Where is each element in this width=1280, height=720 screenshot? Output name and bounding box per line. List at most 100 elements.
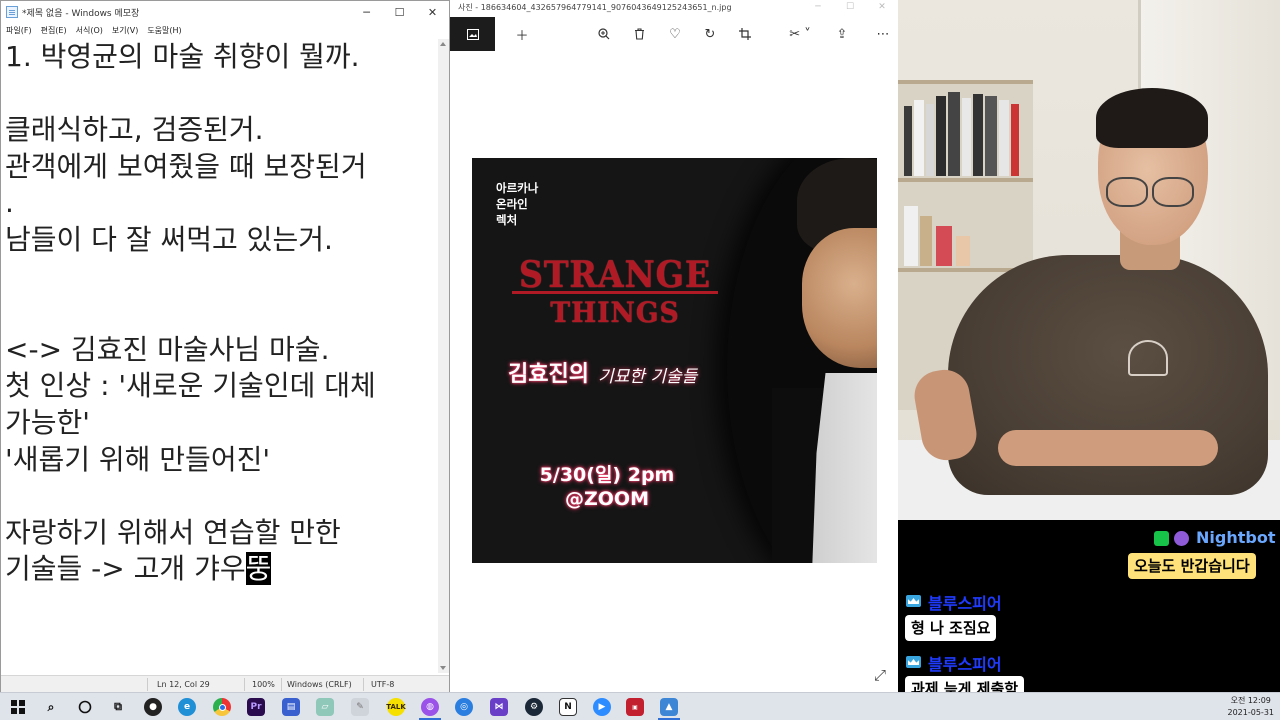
share-icon: ⇪ xyxy=(836,26,848,42)
close-button[interactable]: ✕ xyxy=(866,2,898,12)
notion-icon[interactable]: N xyxy=(559,698,577,716)
book xyxy=(936,96,946,176)
crop-button[interactable] xyxy=(730,17,760,51)
text-line: 1. 박영균의 마술 취향이 뭘까. xyxy=(5,40,360,73)
status-position: Ln 12, Col 29 xyxy=(157,680,210,689)
webcam-feed xyxy=(898,0,1280,520)
crown-icon xyxy=(906,656,921,668)
edit-icon: ✂ ˅ xyxy=(789,26,811,42)
menu-help[interactable]: 도움말(H) xyxy=(147,25,181,36)
status-divider xyxy=(281,678,282,691)
zoom-button[interactable] xyxy=(589,17,619,51)
text-line: '새롭기 위해 만들어진' xyxy=(5,442,271,476)
windows-icon[interactable] xyxy=(9,698,27,716)
text-line xyxy=(5,76,437,113)
poster-org-line: 온라인 xyxy=(496,197,528,211)
notepad-menubar: 파일(F) 편집(E) 서식(O) 보기(V) 도움말(H) xyxy=(1,23,449,37)
text-line-content: 기술들 -> 고개 갸우 xyxy=(5,552,246,586)
edge-icon[interactable]: e xyxy=(178,698,196,716)
book xyxy=(926,104,934,176)
obs-icon[interactable]: ● xyxy=(144,698,162,716)
notepad-text-area[interactable]: 1. 박영균의 마술 취향이 뭘까. 클래식하고, 검증된거. 관객에게 보여줬… xyxy=(1,39,437,673)
book xyxy=(1011,104,1019,176)
poster-date: 5/30(일) 2pm xyxy=(539,464,675,486)
menu-format[interactable]: 서식(O) xyxy=(76,25,103,36)
crown-icon xyxy=(906,595,921,607)
text-line: 첫 인상 : '새로운 기술인데 대체 xyxy=(5,369,376,403)
task-view-icon[interactable]: ⧉ xyxy=(109,698,127,716)
visual-studio-icon[interactable]: ⋈ xyxy=(490,698,508,716)
zoom-icon[interactable]: ▶ xyxy=(593,698,611,716)
video-app-icon[interactable]: ▣ xyxy=(626,698,644,716)
add-icon: ＋ xyxy=(515,28,529,44)
app-icon[interactable]: ◎ xyxy=(455,698,473,716)
search-icon[interactable]: ⌕ xyxy=(42,698,60,716)
selected-char: 뚱 xyxy=(245,552,272,586)
chat-username: 블루스피어 xyxy=(928,655,1002,674)
more-button[interactable]: ⋯ xyxy=(868,17,898,51)
menu-edit[interactable]: 편집(E) xyxy=(41,25,67,36)
cortana-icon[interactable] xyxy=(76,698,94,716)
expand-icon[interactable]: ⤢ xyxy=(874,666,886,684)
scroll-up-icon[interactable] xyxy=(440,42,446,46)
kakaotalk-icon[interactable]: TALK xyxy=(386,698,406,716)
verified-icon xyxy=(1154,531,1169,546)
poster-title-top: STRANGE xyxy=(518,254,712,296)
poster-org-line: 아르카나 xyxy=(496,181,539,195)
text-line: <-> 김효진 마술사님 마술. xyxy=(5,332,330,366)
steam-icon[interactable]: ⚙ xyxy=(525,698,543,716)
edit-button[interactable]: ✂ ˅ xyxy=(780,17,820,51)
gallery-icon xyxy=(466,28,479,40)
minimize-button[interactable]: ─ xyxy=(802,2,834,12)
delete-button[interactable] xyxy=(624,17,654,51)
status-zoom: 100% xyxy=(252,680,275,689)
poster-title-bottom: THINGS xyxy=(550,296,680,329)
maximize-button[interactable]: ☐ xyxy=(383,1,416,23)
poster-image: 아르카나 온라인 렉처 STRANGE THINGS 김효진의 기묘한 기술들 … xyxy=(472,158,877,563)
premiere-icon[interactable]: Pr xyxy=(247,698,265,716)
share-button[interactable]: ⇪ xyxy=(827,17,857,51)
app-icon[interactable]: ▱ xyxy=(316,698,334,716)
clock-date: 2021-05-31 xyxy=(1227,708,1275,717)
rotate-button[interactable]: ↻ xyxy=(695,17,725,51)
zoom-icon xyxy=(598,28,610,40)
text-line-last: 기술들 -> 고개 갸우뚱 xyxy=(5,551,437,588)
poster-subtitle-rest: 기묘한 기술들 xyxy=(598,367,698,387)
gallery-button[interactable] xyxy=(450,17,495,51)
notepad-title: *제목 없음 - Windows 메모장 xyxy=(22,8,140,19)
book xyxy=(956,236,970,266)
chrome-icon[interactable] xyxy=(213,698,231,716)
maximize-button[interactable]: ☐ xyxy=(834,2,866,12)
shirt-logo xyxy=(1128,340,1168,376)
shelf-board xyxy=(898,178,1033,182)
menu-file[interactable]: 파일(F) xyxy=(6,25,32,36)
photos-titlebar[interactable]: 사진 - 186634604_432657964779141_907604364… xyxy=(450,0,898,14)
close-button[interactable]: ✕ xyxy=(416,1,449,23)
notepad-titlebar[interactable]: *제목 없음 - Windows 메모장 ─ ☐ ✕ xyxy=(1,1,449,23)
text-line xyxy=(5,259,437,296)
add-button[interactable]: ＋ xyxy=(507,17,537,51)
photos-toolbar: ＋ ♡ ↻ ✂ ˅ ⇪ ⋯ xyxy=(450,17,898,51)
shelf-board xyxy=(898,80,1033,84)
book xyxy=(973,94,983,176)
notepad-app-icon xyxy=(6,6,18,18)
minimize-button[interactable]: ─ xyxy=(350,1,383,23)
scroll-down-icon[interactable] xyxy=(440,666,446,670)
status-encoding: UTF-8 xyxy=(371,680,395,689)
photos-icon[interactable]: ▲ xyxy=(660,698,678,716)
system-clock[interactable]: 오전 12:09 2021-05-31 xyxy=(1228,695,1275,719)
app-icon[interactable]: ▤ xyxy=(282,698,300,716)
book xyxy=(904,106,912,176)
vertical-scrollbar[interactable] xyxy=(438,39,449,673)
notepad-statusbar: Ln 12, Col 29 100% Windows (CRLF) UTF-8 xyxy=(1,675,449,692)
poster-org-line: 렉처 xyxy=(496,213,518,227)
favorite-button[interactable]: ♡ xyxy=(660,17,690,51)
book xyxy=(904,206,918,266)
app-icon[interactable]: ✎ xyxy=(351,698,369,716)
book xyxy=(962,98,971,176)
purple-app-icon[interactable]: ◍ xyxy=(421,698,439,716)
book xyxy=(920,216,932,266)
poster-org: 아르카나 온라인 렉처 xyxy=(496,180,538,228)
menu-view[interactable]: 보기(V) xyxy=(112,25,138,36)
webcam-person-hair xyxy=(1096,88,1208,148)
